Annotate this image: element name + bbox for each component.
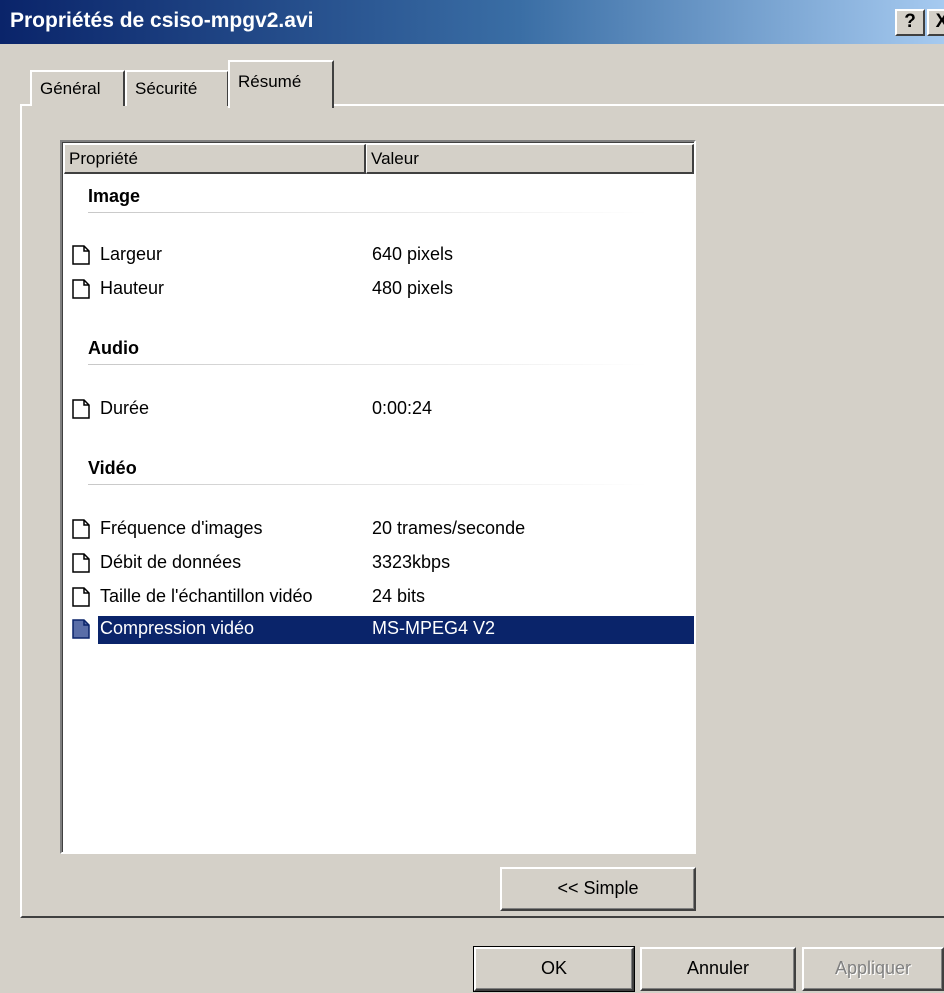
property-value: 0:00:24 [372,398,433,418]
property-value: 480 pixels [372,278,454,298]
simple-button[interactable]: << Simple [500,867,696,911]
property-name: Taille de l'échantillon vidéo [100,586,313,606]
list-item[interactable]: Largeur 640 pixels [66,242,692,268]
property-name: Largeur [100,244,163,264]
property-value: 24 bits [372,586,426,606]
document-icon [72,519,90,539]
help-button[interactable]: ? [895,9,925,36]
group-divider [88,364,648,365]
list-item[interactable]: Taille de l'échantillon vidéo 24 bits [66,584,692,610]
document-icon [72,553,90,573]
property-value: 3323kbps [372,552,451,572]
tab-securite[interactable]: Sécurité [125,70,229,106]
group-label-video: Vidéo [88,458,137,478]
document-icon [72,619,90,639]
tab-resume[interactable]: Résumé [228,60,334,108]
cancel-button[interactable]: Annuler [640,947,796,991]
list-item[interactable]: Fréquence d'images 20 trames/seconde [66,516,692,542]
list-item[interactable]: Débit de données 3323kbps [66,550,692,576]
list-item-selected[interactable]: Compression vidéo MS-MPEG4 V2 [66,616,694,644]
title-bar[interactable]: Propriétés de csiso-mpgv2.avi ? X [0,0,944,44]
window-title: Propriétés de csiso-mpgv2.avi [10,9,314,32]
list-item[interactable]: Hauteur 480 pixels [66,276,692,302]
property-value: 20 trames/seconde [372,518,526,538]
property-name: Compression vidéo [100,618,255,638]
close-button[interactable]: X [927,9,944,36]
column-header-property[interactable]: Propriété [64,144,366,174]
properties-list[interactable]: Propriété Valeur Image Largeur 640 pixel… [60,140,696,854]
document-icon [72,279,90,299]
tab-general[interactable]: Général [30,70,125,106]
group-divider [88,212,648,213]
ok-button[interactable]: OK [473,946,635,992]
group-divider [88,484,648,485]
property-name: Débit de données [100,552,242,572]
group-label-image: Image [88,186,141,206]
property-value: 640 pixels [372,244,454,264]
group-label-audio: Audio [88,338,139,358]
document-icon [72,245,90,265]
apply-button[interactable]: Appliquer [802,947,944,991]
list-item[interactable]: Durée 0:00:24 [66,396,692,422]
document-icon [72,587,90,607]
column-header-value[interactable]: Valeur [366,144,694,174]
property-name: Durée [100,398,150,418]
document-icon [72,399,90,419]
property-name: Fréquence d'images [100,518,263,538]
property-name: Hauteur [100,278,165,298]
property-value: MS-MPEG4 V2 [372,618,496,638]
